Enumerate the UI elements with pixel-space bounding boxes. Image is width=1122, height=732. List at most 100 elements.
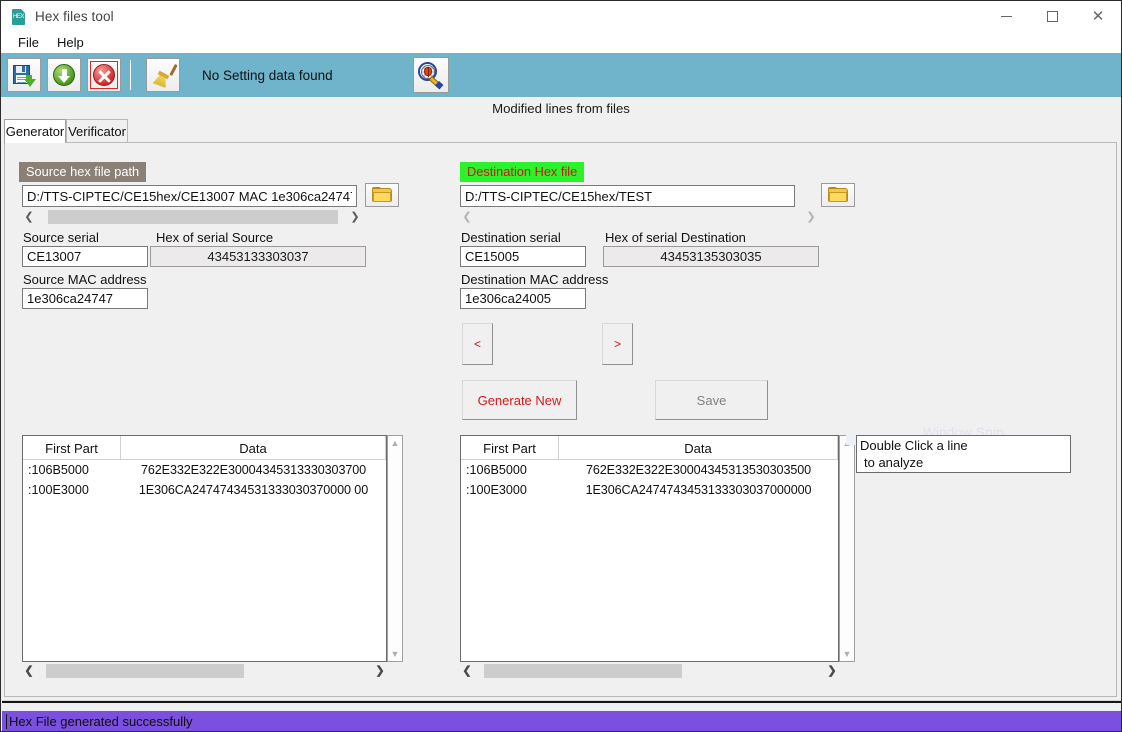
load-settings-button[interactable]	[47, 58, 81, 92]
table-row[interactable]: :100E3000 1E306CA24747434531333030370000…	[23, 480, 386, 500]
generate-new-button[interactable]: Generate New	[462, 380, 577, 420]
window-title: Hex files tool	[35, 9, 114, 24]
scroll-up-icon[interactable]: ▲	[391, 436, 400, 450]
tab-strip: Generator Verificator	[1, 119, 1121, 143]
destination-path-input[interactable]	[460, 185, 795, 207]
source-hex-value	[150, 246, 366, 267]
destination-hex-value	[603, 246, 819, 267]
source-serial-label: Source serial	[23, 230, 99, 245]
analyze-hint-panel: Double Click a line to analyze	[856, 435, 1071, 473]
scroll-right-icon[interactable]: ❯	[804, 209, 818, 225]
menu-item-help[interactable]: Help	[48, 34, 93, 51]
analyze-hint-line2: to analyze	[864, 455, 924, 470]
cell-data: 1E306CA2474743453133303037000000	[585, 483, 812, 497]
application-window: HEX Hex files tool ✕ File Help No Settin…	[0, 0, 1122, 732]
source-path-label: Source hex file path	[19, 162, 147, 182]
destination-mac-label: Destination MAC address	[461, 272, 609, 287]
source-mac-input[interactable]	[22, 288, 148, 309]
scroll-left-icon[interactable]: ❮	[22, 209, 36, 225]
title-bar: HEX Hex files tool ✕	[1, 1, 1121, 32]
source-mac-label: Source MAC address	[23, 272, 147, 287]
scroll-left-icon[interactable]: ❮	[22, 663, 36, 679]
source-data-grid[interactable]: First Part Data :106B5000 762E332E322E30…	[22, 435, 387, 662]
tab-generator[interactable]: Generator	[4, 119, 66, 143]
scroll-thumb[interactable]	[484, 664, 682, 678]
subheader-label: Modified lines from files	[1, 97, 1121, 119]
save-settings-button[interactable]	[7, 58, 41, 92]
bug-magnifier-button[interactable]	[413, 57, 449, 93]
scroll-track[interactable]	[36, 210, 348, 224]
destination-path-label: Destination Hex file	[460, 162, 585, 182]
toolbar-separator	[130, 60, 131, 90]
menu-bar: File Help	[1, 32, 1121, 53]
source-grid-hscrollbar[interactable]: ❮ ❯	[22, 663, 387, 679]
maximize-button[interactable]	[1029, 1, 1075, 32]
destination-serial-label: Destination serial	[461, 230, 561, 245]
cell-first-part: :106B5000	[28, 463, 89, 477]
scroll-thumb[interactable]	[46, 664, 244, 678]
save-disk-icon	[13, 64, 36, 87]
next-button[interactable]: >	[602, 323, 633, 365]
destination-mac-input[interactable]	[460, 288, 586, 309]
scroll-thumb[interactable]	[48, 210, 338, 224]
clear-button[interactable]	[146, 58, 180, 92]
destination-path-hscrollbar[interactable]: ❮ ❯	[460, 209, 818, 225]
minimize-button[interactable]	[983, 1, 1029, 32]
source-grid-vscrollbar[interactable]: ▲ ▼	[387, 435, 403, 662]
table-row[interactable]: :106B5000 762E332E322E300043453133303037…	[23, 460, 386, 480]
table-row[interactable]: :106B5000 762E332E322E300043453135303035…	[461, 460, 838, 480]
cell-first-part: :106B5000	[466, 463, 527, 477]
status-bar-text: Hex File generated successfully	[9, 714, 193, 729]
bug-magnifier-icon	[418, 62, 444, 90]
destination-browse-button[interactable]	[821, 183, 855, 207]
source-hex-label: Hex of serial Source	[156, 230, 274, 245]
scroll-down-icon[interactable]: ▼	[391, 647, 400, 661]
previous-button[interactable]: <	[462, 323, 493, 365]
toolbar-status-text: No Setting data found	[202, 67, 333, 83]
scroll-down-icon[interactable]: ▼	[843, 647, 852, 661]
scroll-track[interactable]	[474, 210, 804, 224]
save-button[interactable]: Save	[655, 380, 768, 420]
broom-icon	[151, 63, 178, 87]
destination-grid-hscrollbar[interactable]: ❮ ❯	[460, 663, 839, 679]
close-button[interactable]: ✕	[1075, 1, 1121, 32]
scroll-left-icon[interactable]: ❮	[460, 663, 474, 679]
window-controls: ✕	[983, 1, 1121, 32]
status-separator	[2, 700, 1121, 703]
destination-grid-vscrollbar[interactable]: ▲ ▼	[839, 435, 855, 662]
folder-icon	[372, 187, 392, 203]
scroll-right-icon[interactable]: ❯	[825, 663, 839, 679]
column-header-data: Data	[121, 436, 386, 460]
source-path-input[interactable]	[22, 185, 357, 207]
hex-file-icon: HEX	[11, 8, 27, 25]
source-serial-input[interactable]	[22, 246, 148, 267]
tab-verificator[interactable]: Verificator	[66, 119, 128, 143]
delete-settings-button[interactable]	[87, 58, 121, 92]
destination-data-grid[interactable]: First Part Data :106B5000 762E332E322E30…	[460, 435, 839, 662]
destination-grid-header: First Part Data	[461, 436, 838, 460]
cell-first-part: :100E3000	[28, 483, 89, 497]
folder-icon	[828, 187, 848, 203]
source-browse-button[interactable]	[365, 183, 399, 207]
status-caret	[6, 714, 7, 729]
scroll-track[interactable]	[36, 664, 373, 678]
scroll-track[interactable]	[474, 664, 825, 678]
scroll-right-icon[interactable]: ❯	[373, 663, 387, 679]
red-x-icon	[90, 61, 118, 89]
scroll-left-icon[interactable]: ❮	[460, 209, 474, 225]
cell-data: 762E332E322E30004345313330303700	[140, 463, 367, 477]
menu-item-file[interactable]: File	[9, 34, 48, 51]
scroll-right-icon[interactable]: ❯	[348, 209, 362, 225]
destination-serial-input[interactable]	[460, 246, 586, 267]
column-header-first-part: First Part	[461, 436, 559, 460]
source-path-hscrollbar[interactable]: ❮ ❯	[22, 209, 362, 225]
cell-data: 762E332E322E30004345313530303500	[585, 463, 812, 477]
status-bar: Hex File generated successfully	[2, 711, 1121, 731]
toolbar: No Setting data found	[1, 53, 1121, 97]
column-header-data: Data	[559, 436, 838, 460]
analyze-hint-line1: Double Click a line	[860, 438, 968, 453]
column-header-first-part: First Part	[23, 436, 121, 460]
cell-first-part: :100E3000	[466, 483, 527, 497]
green-down-arrow-icon	[53, 64, 75, 86]
table-row[interactable]: :100E3000 1E306CA24747434531333030370000…	[461, 480, 838, 500]
